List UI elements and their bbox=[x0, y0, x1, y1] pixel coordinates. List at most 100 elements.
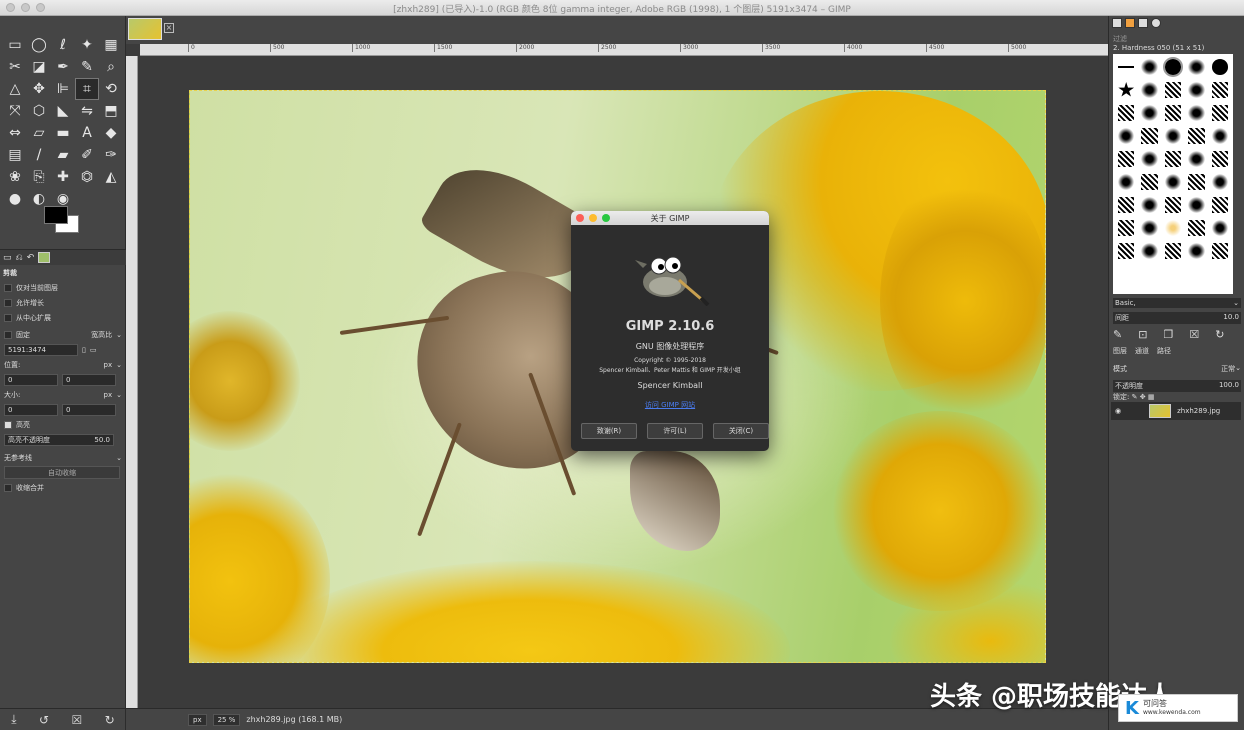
brush-item[interactable] bbox=[1118, 151, 1135, 167]
gradient-icon[interactable]: ▤ bbox=[3, 144, 27, 166]
expand-from-center-option[interactable]: 从中心扩展 bbox=[0, 310, 126, 325]
shear-icon[interactable]: ▱ bbox=[27, 122, 51, 144]
rect-select-icon[interactable]: ▭ bbox=[3, 34, 27, 56]
brush-item[interactable] bbox=[1141, 105, 1158, 121]
brush-item[interactable] bbox=[1164, 82, 1182, 98]
unified-transform-icon[interactable]: ⟲ bbox=[99, 78, 123, 100]
position-x-input[interactable]: 0 bbox=[4, 373, 58, 386]
license-button[interactable]: 许可(L) bbox=[647, 423, 703, 439]
highlight-option[interactable]: 高亮 bbox=[0, 417, 126, 432]
tool-options-tab-icon[interactable]: ▭ bbox=[3, 253, 12, 263]
bucket-fill-icon[interactable]: ◆ bbox=[99, 122, 123, 144]
layer-opacity-slider[interactable]: 不透明度 100.0 bbox=[1113, 380, 1241, 392]
brush-item[interactable] bbox=[1188, 59, 1205, 75]
clone-icon[interactable]: ⎘ bbox=[27, 166, 51, 188]
ink-icon[interactable]: ✑ bbox=[99, 144, 123, 166]
fonts-tab-icon[interactable] bbox=[1138, 18, 1148, 28]
allow-growing-checkbox[interactable] bbox=[4, 298, 12, 307]
refresh-icon[interactable]: ↻ bbox=[1215, 328, 1224, 341]
brush-item[interactable] bbox=[1164, 243, 1182, 259]
eraser-icon[interactable]: ▰ bbox=[51, 144, 75, 166]
close-icon[interactable]: × bbox=[164, 23, 174, 33]
brush-item[interactable] bbox=[1141, 128, 1158, 144]
measure-icon[interactable]: △ bbox=[3, 78, 27, 100]
device-status-tab-icon[interactable]: ⎌ bbox=[16, 253, 23, 263]
close-button[interactable]: 关闭(C) bbox=[713, 423, 769, 439]
tab-paths[interactable]: 路径 bbox=[1157, 346, 1171, 356]
help-icon[interactable] bbox=[1151, 18, 1161, 28]
brush-item[interactable] bbox=[1118, 174, 1135, 190]
cage-icon[interactable]: ⬡ bbox=[27, 100, 51, 122]
brush-item[interactable] bbox=[1164, 197, 1182, 213]
duplicate-brush-icon[interactable]: ❐ bbox=[1163, 328, 1173, 341]
brush-item[interactable] bbox=[1211, 59, 1228, 75]
edit-brush-icon[interactable]: ✎ bbox=[1113, 328, 1122, 341]
images-tab-thumbnail[interactable] bbox=[38, 252, 51, 263]
layer-mode-row[interactable]: 模式 正常 ⌄ bbox=[1113, 364, 1241, 374]
brush-item[interactable] bbox=[1164, 174, 1182, 190]
lock-pixels-icon[interactable]: ✎ bbox=[1132, 393, 1138, 401]
perspective-clone-icon[interactable]: ⏣ bbox=[75, 166, 99, 188]
image-tab-thumbnail[interactable] bbox=[128, 18, 162, 40]
brush-filter-input[interactable]: 过滤 bbox=[1113, 34, 1127, 44]
lock-position-icon[interactable]: ✥ bbox=[1140, 393, 1146, 401]
brush-item[interactable] bbox=[1188, 197, 1205, 213]
brush-item[interactable] bbox=[1164, 128, 1182, 144]
brush-item[interactable] bbox=[1141, 220, 1158, 236]
brush-item[interactable] bbox=[1141, 82, 1158, 98]
brush-item[interactable] bbox=[1188, 105, 1205, 121]
align-icon[interactable]: ⊫ bbox=[51, 78, 75, 100]
lock-alpha-icon[interactable]: ▦ bbox=[1148, 393, 1155, 401]
brush-item[interactable] bbox=[1118, 197, 1135, 213]
brush-item[interactable] bbox=[1141, 243, 1158, 259]
brush-item[interactable] bbox=[1211, 128, 1228, 144]
brush-item[interactable] bbox=[1188, 82, 1205, 98]
delete-brush-icon[interactable]: ☒ bbox=[1189, 328, 1199, 341]
handle-transform-icon[interactable]: ◣ bbox=[51, 100, 75, 122]
brush-item[interactable] bbox=[1118, 128, 1135, 144]
fuzzy-select-icon[interactable]: ✦ bbox=[75, 34, 99, 56]
brush-item[interactable] bbox=[1118, 82, 1135, 97]
unit-select[interactable]: px bbox=[188, 713, 207, 726]
brush-item[interactable] bbox=[1118, 243, 1135, 259]
brush-item[interactable] bbox=[1211, 220, 1228, 236]
fixed-mode-select[interactable]: 宽高比 bbox=[91, 330, 112, 340]
paths-icon[interactable]: ✒ bbox=[51, 56, 75, 78]
restore-options-icon[interactable]: ↺ bbox=[39, 713, 49, 727]
foreground-select-icon[interactable]: ◪ bbox=[27, 56, 51, 78]
new-brush-icon[interactable]: ⊡ bbox=[1138, 328, 1147, 341]
credits-button[interactable]: 致谢(R) bbox=[581, 423, 637, 439]
brush-item[interactable] bbox=[1118, 220, 1135, 236]
text-transform-icon[interactable]: ⇔ bbox=[3, 122, 27, 144]
brush-item[interactable] bbox=[1164, 105, 1182, 121]
save-options-icon[interactable]: ⤓ bbox=[11, 712, 16, 727]
smudge-icon[interactable]: ● bbox=[3, 188, 27, 210]
position-unit-select[interactable]: px bbox=[104, 361, 113, 369]
brushes-tab-icon[interactable] bbox=[1112, 18, 1122, 28]
brush-item[interactable] bbox=[1188, 243, 1205, 259]
text-icon[interactable]: A bbox=[75, 122, 99, 144]
brush-item[interactable] bbox=[1188, 151, 1205, 167]
reset-options-icon[interactable]: ↻ bbox=[105, 713, 115, 727]
website-link[interactable]: 访问 GIMP 网站 bbox=[571, 400, 769, 410]
eye-icon[interactable]: ◉ bbox=[1115, 407, 1121, 415]
patterns-tab-icon[interactable] bbox=[1125, 18, 1135, 28]
allow-growing-option[interactable]: 允许增长 bbox=[0, 295, 126, 310]
fixed-checkbox[interactable] bbox=[4, 330, 12, 339]
brush-item[interactable] bbox=[1141, 174, 1158, 190]
spacing-slider[interactable]: 间距 10.0 bbox=[1113, 312, 1241, 324]
highlight-opacity-slider[interactable]: 高亮不透明度 50.0 bbox=[4, 433, 114, 446]
zoom-icon[interactable]: ⌕ bbox=[99, 56, 123, 78]
brush-item[interactable] bbox=[1141, 59, 1158, 75]
warp-icon[interactable]: ⤧ bbox=[3, 100, 27, 122]
brush-item-selected[interactable] bbox=[1162, 57, 1184, 77]
brush-item[interactable] bbox=[1164, 151, 1182, 167]
brush-item[interactable] bbox=[1118, 66, 1135, 68]
current-layer-only-option[interactable]: 仅对当前图层 bbox=[0, 280, 126, 295]
blend-icon[interactable]: ▬ bbox=[51, 122, 75, 144]
perspective-icon[interactable]: ⬒ bbox=[99, 100, 123, 122]
color-swatches[interactable] bbox=[44, 206, 84, 238]
size-width-input[interactable]: 0 bbox=[4, 403, 58, 416]
brush-preset-select[interactable]: Basic, ⌄ bbox=[1113, 298, 1241, 308]
brush-item[interactable] bbox=[1188, 128, 1205, 144]
